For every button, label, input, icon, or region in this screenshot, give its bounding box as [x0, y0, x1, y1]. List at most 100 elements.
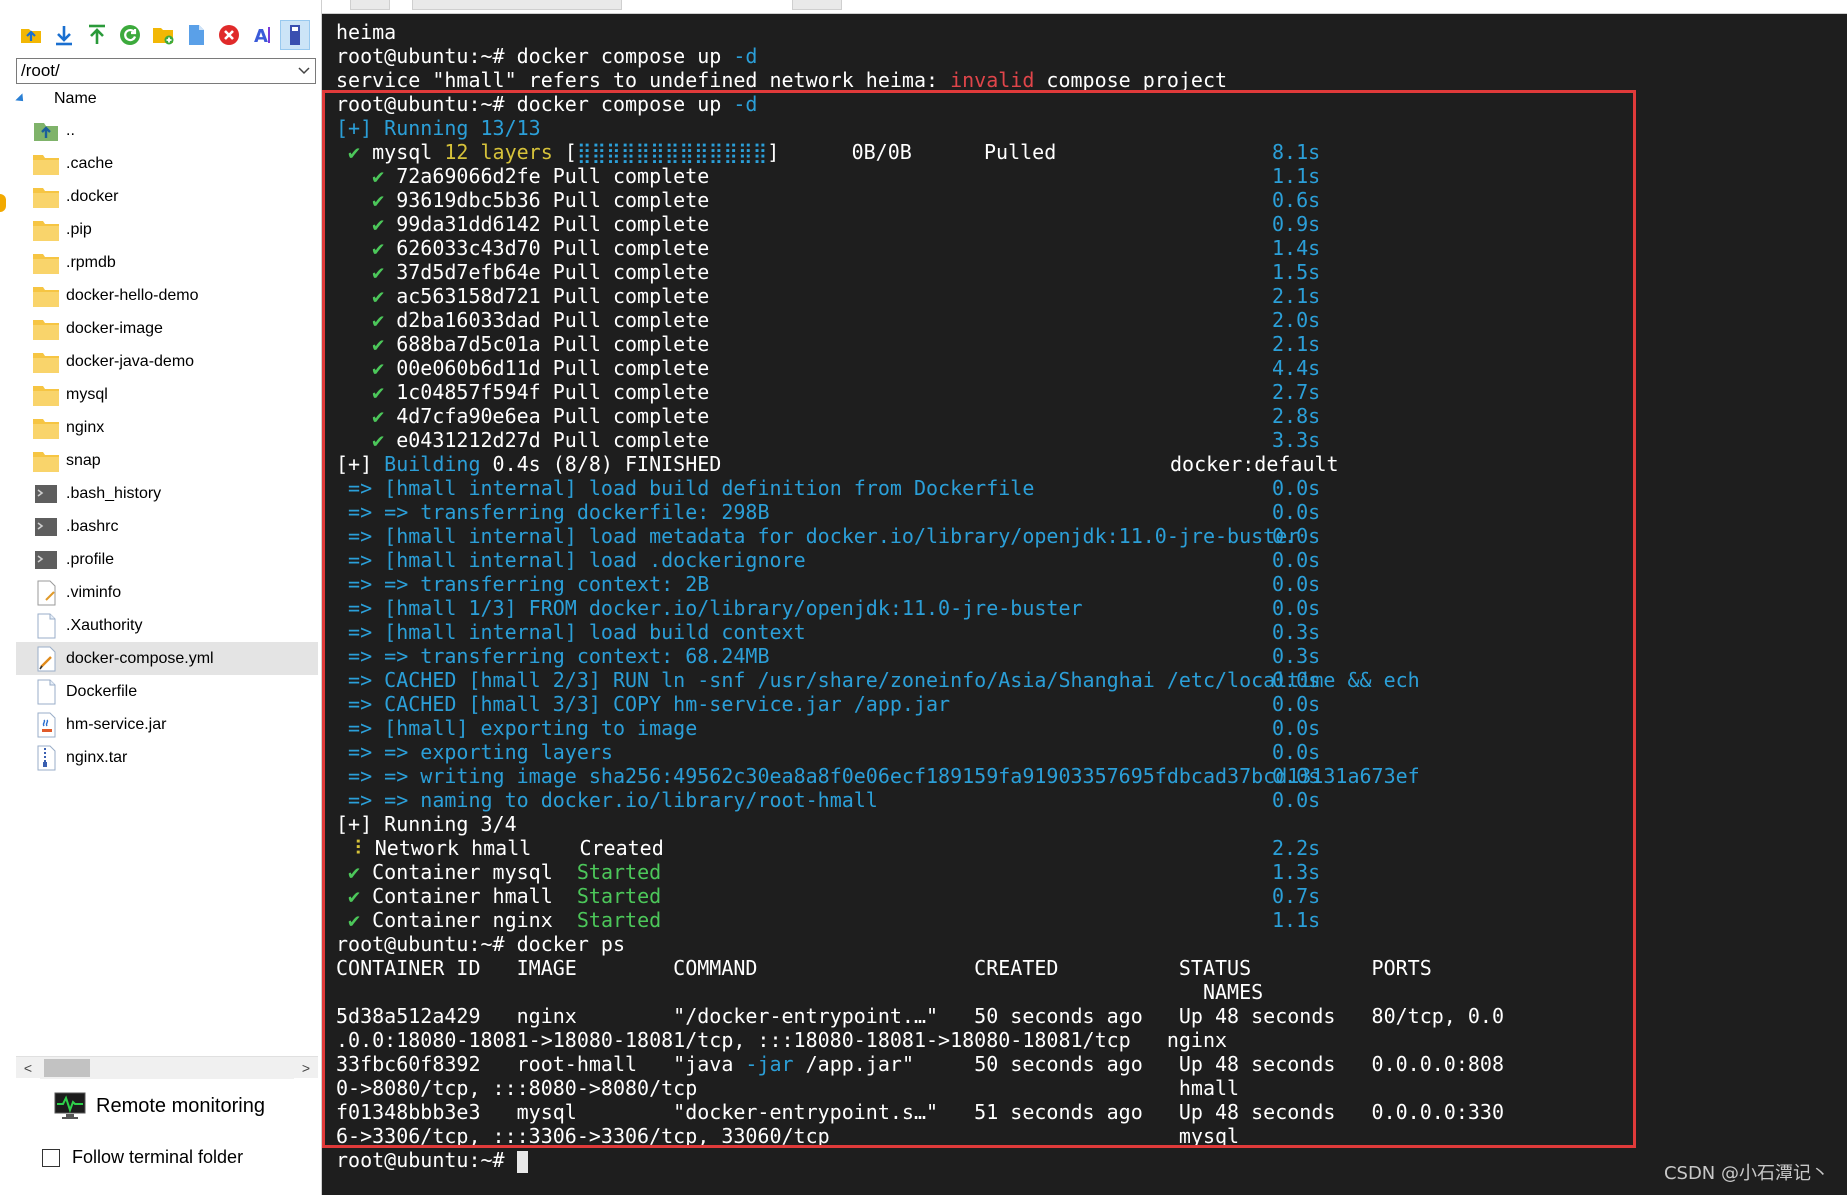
properties-button[interactable]	[280, 20, 310, 50]
file-name: .viminfo	[66, 583, 122, 601]
step-duration: 1.4s	[1272, 236, 1321, 260]
terminal-text: e0431212d27d	[396, 428, 541, 452]
folder-icon	[32, 414, 60, 442]
step-duration: 2.0s	[1272, 308, 1321, 332]
file-row[interactable]: mysql	[16, 378, 318, 411]
watermark: CSDN @小石潭记丶	[1663, 1163, 1829, 1184]
file-name: docker-image	[66, 319, 163, 337]
shell-file-icon	[32, 546, 60, 574]
name-column-header[interactable]: Name	[15, 86, 316, 112]
follow-terminal-checkbox[interactable]	[42, 1148, 60, 1167]
refresh-button[interactable]	[115, 20, 145, 50]
path-selector[interactable]: /root/	[16, 58, 316, 84]
terminal-line: heima	[336, 20, 1504, 44]
scroll-thumb[interactable]	[44, 1058, 90, 1077]
terminal-text: => [hmall internal] load build context	[348, 620, 806, 644]
terminal[interactable]: heima root@ubuntu:~# docker compose up -d…	[322, 14, 1847, 1195]
terminal-tab[interactable]	[412, 0, 622, 10]
chevron-down-icon[interactable]	[293, 59, 315, 83]
terminal-text: 626033c43d70	[396, 236, 541, 260]
table-row: 33fbc60f8392 root-hmall "java -jar /app.…	[336, 1052, 1504, 1076]
blank-file-icon	[32, 678, 60, 706]
terminal-text: 37d5d7efb64e	[396, 260, 541, 284]
rename-button[interactable]: A	[247, 20, 277, 50]
scroll-track[interactable]	[40, 1056, 294, 1079]
build-step-line: => => transferring dockerfile: 298B 0.0s	[336, 500, 1504, 524]
terminal-tab[interactable]	[350, 0, 390, 10]
folder-icon	[32, 249, 60, 277]
upload-button[interactable]	[82, 20, 112, 50]
terminal-text: => [hmall internal] load build definitio…	[348, 476, 1035, 500]
new-file-button[interactable]	[181, 20, 211, 50]
terminal-text: 12 layers	[432, 140, 565, 164]
terminal-text: [	[564, 140, 577, 164]
builder-name: docker:default	[1170, 452, 1339, 476]
scroll-right-icon[interactable]: >	[294, 1057, 318, 1079]
file-row[interactable]: docker-java-demo	[16, 345, 318, 378]
error-line: service "hmall" refers to undefined netw…	[336, 68, 1504, 92]
terminal-text: 93619dbc5b36	[396, 188, 541, 212]
terminal-text: .0.0:18080-18081->18080-18081/tcp, :::18…	[336, 1028, 1228, 1052]
file-row[interactable]: Dockerfile	[16, 675, 318, 708]
file-name: Dockerfile	[66, 682, 138, 700]
file-row[interactable]: ..	[16, 114, 318, 147]
command-line: root@ubuntu:~# docker ps	[336, 932, 1504, 956]
check-icon: ✔	[372, 356, 385, 380]
file-name: .Xauthority	[66, 616, 143, 634]
step-duration: 0.0s	[1272, 572, 1321, 596]
delete-icon	[219, 25, 239, 45]
command-line: root@ubuntu:~# docker compose up -d	[336, 44, 1504, 68]
file-row[interactable]: docker-hello-demo	[16, 279, 318, 312]
file-row[interactable]: .docker	[16, 180, 318, 213]
new-folder-button[interactable]	[148, 20, 178, 50]
file-row[interactable]: .bashrc	[16, 510, 318, 543]
file-name: .rpmdb	[66, 253, 116, 271]
layer-line: ✔ 93619dbc5b36 Pull complete 0.6s	[336, 188, 1504, 212]
step-duration: 0.6s	[1272, 188, 1321, 212]
file-row[interactable]: .bash_history	[16, 477, 318, 510]
file-name: hm-service.jar	[66, 715, 167, 733]
terminal-text: Pull complete	[552, 164, 710, 188]
yml-file-icon	[32, 645, 60, 673]
terminal-text: Started	[576, 884, 662, 908]
step-duration: 0.0s	[1272, 476, 1321, 500]
terminal-text: Pull complete	[552, 188, 710, 212]
upload-icon	[89, 24, 105, 44]
download-icon	[56, 26, 72, 46]
container-line: ✔ Container nginx Started 1.1s	[336, 908, 1504, 932]
follow-terminal-folder[interactable]: Follow terminal folder	[42, 1147, 243, 1168]
download-button[interactable]	[49, 20, 79, 50]
file-row[interactable]: hm-service.jar	[16, 708, 318, 741]
file-row[interactable]: .Xauthority	[16, 609, 318, 642]
file-row[interactable]: docker-compose.yml	[16, 642, 318, 675]
file-row[interactable]: docker-image	[16, 312, 318, 345]
horizontal-scrollbar[interactable]: < >	[16, 1056, 318, 1079]
file-name: mysql	[66, 385, 108, 403]
remote-monitoring-button[interactable]: Remote monitoring	[54, 1090, 265, 1122]
terminal-text: [+] Running 3/4	[336, 812, 517, 836]
name-column-label: Name	[54, 90, 97, 107]
step-duration: 2.7s	[1272, 380, 1321, 404]
terminal-tab-strip	[322, 0, 1847, 14]
file-row[interactable]: .cache	[16, 147, 318, 180]
file-row[interactable]: .rpmdb	[16, 246, 318, 279]
build-step-line: => [hmall] exporting to image 0.0s	[336, 716, 1504, 740]
command-line: root@ubuntu:~# docker compose up -d	[336, 92, 1504, 116]
terminal-tab[interactable]	[792, 0, 842, 10]
file-row[interactable]: .profile	[16, 543, 318, 576]
terminal-text: 99da31dd6142	[396, 212, 541, 236]
file-row[interactable]: .pip	[16, 213, 318, 246]
step-duration: 1.3s	[1272, 860, 1321, 884]
scroll-left-icon[interactable]: <	[16, 1057, 40, 1079]
check-icon: ✔	[372, 332, 385, 356]
file-row[interactable]: snap	[16, 444, 318, 477]
parent-folder-button[interactable]	[16, 20, 46, 50]
file-row[interactable]: .viminfo	[16, 576, 318, 609]
new-file-icon	[189, 25, 204, 45]
terminal-text: mysql	[372, 140, 433, 164]
file-row[interactable]: nginx	[16, 411, 318, 444]
file-row[interactable]: nginx.tar	[16, 741, 318, 774]
delete-button[interactable]	[214, 20, 244, 50]
terminal-text: Pull complete	[552, 380, 710, 404]
build-header-line: [+] Building 0.4s (8/8) FINISHED docker:d…	[336, 452, 1504, 476]
